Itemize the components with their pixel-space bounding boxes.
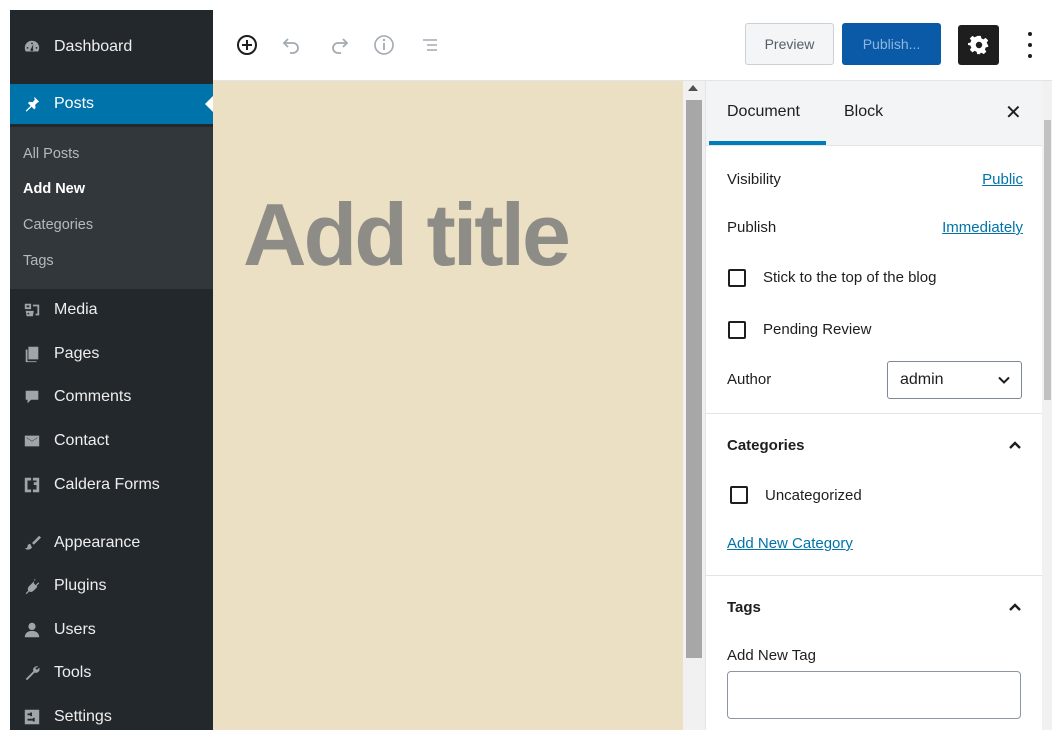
editor-toolbar: Preview Publish... — [213, 10, 1052, 81]
sidebar-item-contact[interactable]: Contact — [10, 421, 213, 461]
pin-icon — [22, 94, 42, 114]
more-options-icon[interactable] — [1016, 30, 1044, 60]
envelope-icon — [22, 431, 42, 451]
outline-icon[interactable] — [417, 32, 443, 58]
tab-document[interactable]: Document — [727, 103, 800, 121]
sidebar-item-dashboard[interactable]: Dashboard — [10, 27, 213, 67]
pages-icon — [22, 344, 42, 364]
add-block-icon[interactable] — [234, 32, 260, 58]
sticky-checkbox[interactable] — [728, 269, 746, 287]
sidebar-item-label: Posts — [54, 95, 95, 112]
sidebar-item-label: Tools — [54, 664, 92, 681]
sidebar-item-label: Plugins — [54, 577, 107, 594]
comment-icon — [22, 387, 42, 407]
publish-date-link[interactable]: Immediately — [942, 219, 1023, 236]
wrench-icon — [22, 663, 42, 683]
divider — [706, 575, 1043, 576]
tab-block[interactable]: Block — [844, 103, 883, 121]
scroll-up-arrow-icon[interactable] — [688, 85, 698, 91]
editor-scrollbar-thumb[interactable] — [686, 100, 702, 658]
submenu-categories[interactable]: Categories — [23, 217, 93, 233]
sidebar-item-label: Users — [54, 621, 96, 638]
tags-section-title[interactable]: Tags — [727, 599, 761, 616]
sidebar-item-label: Caldera Forms — [54, 476, 160, 493]
document-settings-panel: Document Block ✕ Visibility Public Publi… — [705, 81, 1043, 730]
editor-canvas[interactable]: Add title — [213, 81, 683, 730]
sidebar-item-label: Media — [54, 301, 98, 318]
sidebar-item-comments[interactable]: Comments — [10, 377, 213, 417]
sidebar-item-label: Pages — [54, 345, 100, 362]
sidebar-item-label: Settings — [54, 708, 112, 725]
sidebar-item-posts[interactable]: Posts — [10, 84, 213, 124]
chevron-up-icon[interactable] — [1007, 599, 1023, 615]
sticky-label: Stick to the top of the blog — [763, 269, 937, 286]
sidebar-item-appearance[interactable]: Appearance — [10, 523, 213, 563]
visibility-label: Visibility — [727, 171, 781, 188]
users-icon — [22, 620, 42, 640]
visibility-link[interactable]: Public — [982, 171, 1023, 188]
submenu-tags[interactable]: Tags — [23, 253, 54, 269]
settings-icon — [22, 707, 42, 727]
pending-review-checkbox[interactable] — [728, 321, 746, 339]
panel-header: Document Block ✕ — [706, 81, 1043, 146]
sidebar-item-label: Appearance — [54, 534, 141, 551]
publish-label: Publish — [727, 219, 777, 236]
author-select[interactable]: admin — [887, 361, 1022, 399]
chevron-up-icon[interactable] — [1007, 437, 1023, 453]
close-icon[interactable]: ✕ — [1005, 103, 1022, 123]
media-icon — [22, 300, 42, 320]
sidebar-item-settings[interactable]: Settings — [10, 697, 213, 730]
add-tag-input[interactable] — [727, 671, 1021, 719]
submenu-add-new[interactable]: Add New — [23, 181, 85, 197]
categories-section-title[interactable]: Categories — [727, 437, 805, 454]
sidebar-item-media[interactable]: Media — [10, 290, 213, 330]
author-label: Author — [727, 371, 772, 388]
sidebar-item-users[interactable]: Users — [10, 610, 213, 650]
sidebar-item-tools[interactable]: Tools — [10, 653, 213, 693]
posts-submenu: All Posts Add New Categories Tags — [10, 127, 213, 289]
uncategorized-checkbox[interactable] — [730, 486, 748, 504]
caldera-icon — [22, 475, 42, 495]
panel-scrollbar-thumb[interactable] — [1044, 120, 1051, 400]
submenu-all-posts[interactable]: All Posts — [23, 146, 79, 162]
admin-sidebar: Dashboard Posts All Posts Add New Catego… — [10, 10, 213, 730]
redo-icon[interactable] — [326, 32, 352, 58]
plug-icon — [22, 576, 42, 596]
publish-button[interactable]: Publish... — [842, 23, 941, 65]
sidebar-item-plugins[interactable]: Plugins — [10, 566, 213, 606]
add-new-category-link[interactable]: Add New Category — [727, 535, 853, 552]
sidebar-item-label: Contact — [54, 432, 110, 449]
sidebar-item-caldera-forms[interactable]: Caldera Forms — [10, 465, 213, 505]
sidebar-item-label: Comments — [54, 388, 132, 405]
brush-icon — [22, 533, 42, 553]
active-tab-indicator — [709, 141, 826, 145]
uncategorized-label: Uncategorized — [765, 487, 862, 504]
post-title-placeholder[interactable]: Add title — [243, 184, 571, 286]
sidebar-item-pages[interactable]: Pages — [10, 334, 213, 374]
info-icon[interactable] — [371, 32, 397, 58]
chevron-down-icon — [997, 373, 1011, 387]
gear-icon — [967, 34, 990, 56]
add-new-tag-label: Add New Tag — [727, 647, 816, 664]
settings-toggle-button[interactable] — [958, 25, 999, 65]
pending-review-label: Pending Review — [763, 321, 872, 338]
sidebar-item-label: Dashboard — [54, 38, 133, 55]
undo-icon[interactable] — [279, 32, 305, 58]
current-menu-arrow — [205, 96, 213, 112]
preview-button[interactable]: Preview — [745, 23, 834, 65]
divider — [706, 413, 1043, 414]
author-value: admin — [900, 371, 944, 388]
dashboard-icon — [22, 37, 42, 57]
